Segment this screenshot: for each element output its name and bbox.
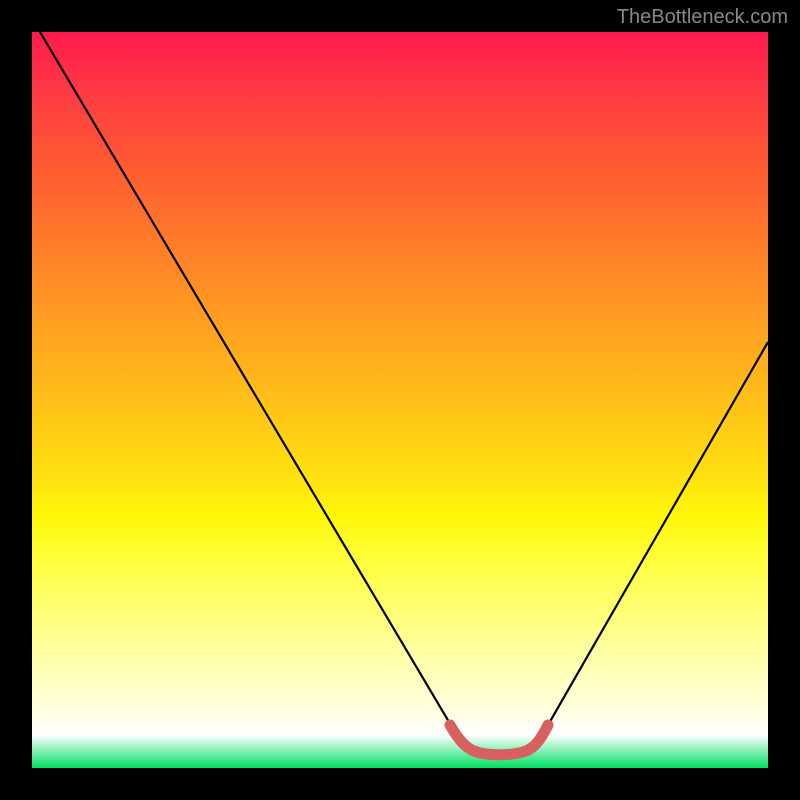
watermark-text: TheBottleneck.com	[617, 6, 788, 29]
bottleneck-curve	[40, 32, 768, 754]
minimum-band	[450, 725, 548, 755]
bottleneck-chart	[32, 32, 768, 768]
chart-plot-area	[32, 32, 768, 768]
